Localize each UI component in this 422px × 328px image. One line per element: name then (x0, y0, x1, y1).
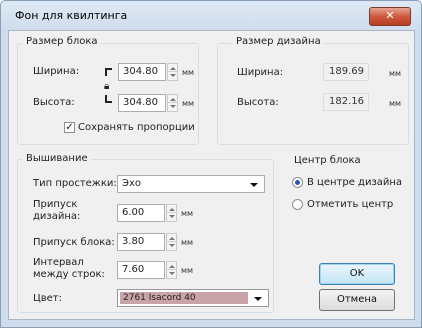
ok-button[interactable]: OK (319, 263, 395, 285)
design-size-group (217, 43, 409, 145)
design-allowance-label: Припуск дизайна: (33, 199, 81, 222)
design-height-unit: мм (389, 99, 402, 108)
line-spacing-label: Интервал между строк: (33, 257, 105, 280)
mark-center-radio[interactable] (292, 199, 303, 210)
design-allowance-spinner[interactable] (166, 204, 177, 222)
block-width-input[interactable]: 304.80 (118, 63, 166, 81)
embroidery-group-label: Вышивание (23, 153, 91, 164)
proportion-link-bottom (105, 95, 112, 103)
stitch-type-value: Эхо (122, 178, 142, 189)
design-center-radio[interactable] (292, 177, 303, 188)
lock-icon: 🔒︎ (104, 81, 110, 92)
proportion-link-top (105, 68, 112, 76)
block-allowance-input[interactable]: 3.80 (117, 233, 165, 251)
stitch-type-label: Тип простежки: (33, 178, 117, 189)
color-label: Цвет: (33, 293, 63, 304)
design-height-label: Высота: (237, 97, 279, 108)
block-height-unit: мм (182, 99, 195, 108)
design-size-group-label: Размер дизайна (233, 36, 324, 47)
color-select[interactable]: 2761 Isacord 40 (117, 289, 269, 307)
close-icon: ✕ (385, 9, 395, 22)
block-width-spinner[interactable] (167, 63, 178, 81)
block-height-spinner[interactable] (167, 94, 178, 112)
block-allowance-spinner[interactable] (166, 233, 177, 251)
block-height-label: Высота: (33, 97, 75, 108)
dialog-window: Фон для квилтинга ✕ Размер блока Ширина:… (0, 0, 422, 328)
chevron-down-icon (250, 183, 258, 187)
line-spacing-unit: мм (181, 266, 194, 275)
line-spacing-input[interactable]: 7.60 (117, 261, 165, 279)
title-bar[interactable]: Фон для квилтинга ✕ (1, 1, 421, 29)
block-width-label: Ширина: (33, 66, 80, 77)
stitch-type-select[interactable]: Эхо (117, 175, 265, 193)
design-width-unit: мм (389, 69, 402, 78)
design-allowance-unit: мм (181, 209, 194, 218)
block-size-group-label: Размер блока (23, 36, 101, 47)
dialog-body: Размер блока Ширина: 🔒︎ 304.80 мм Высота… (8, 30, 415, 320)
block-allowance-unit: мм (181, 238, 194, 247)
design-width-label: Ширина: (237, 67, 284, 78)
keep-proportions-checkbox[interactable]: ✓ (64, 122, 75, 133)
mark-center-label[interactable]: Отметить центр (307, 199, 393, 210)
chevron-down-icon (254, 297, 262, 301)
block-width-unit: мм (182, 68, 195, 77)
block-allowance-label: Припуск блока: (33, 237, 115, 248)
color-value: 2761 Isacord 40 (123, 293, 196, 303)
cancel-button[interactable]: Отмена (319, 289, 395, 311)
keep-proportions-label[interactable]: Сохранять пропорции (78, 122, 195, 133)
close-button[interactable]: ✕ (369, 7, 411, 26)
design-center-label[interactable]: В центре дизайна (307, 177, 402, 188)
block-center-label: Центр блока (294, 155, 361, 166)
block-height-input[interactable]: 304.80 (118, 94, 166, 112)
window-title: Фон для квилтинга (15, 9, 128, 22)
design-width-value: 189.69 (323, 63, 369, 81)
design-allowance-input[interactable]: 6.00 (117, 204, 165, 222)
design-height-value: 182.16 (323, 93, 369, 111)
line-spacing-spinner[interactable] (166, 261, 177, 279)
